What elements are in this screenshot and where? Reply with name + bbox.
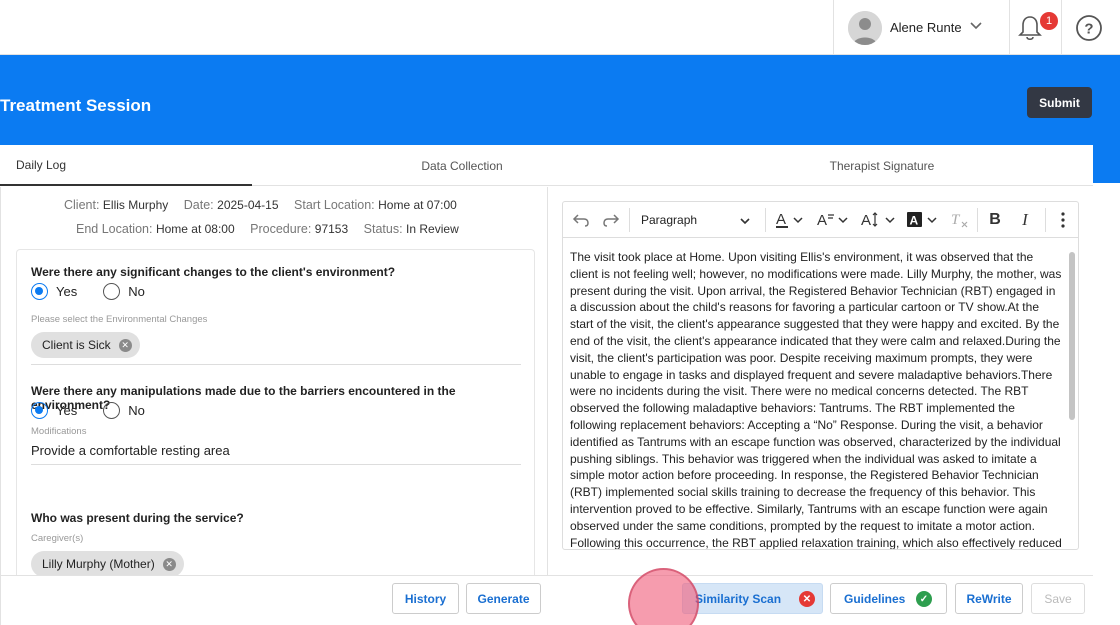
svg-text:A: A	[776, 211, 786, 228]
tab-data-collection[interactable]: Data Collection	[252, 145, 672, 186]
session-info-row-1: Client: Ellis Murphy Date: 2025-04-15 St…	[64, 198, 457, 212]
manipulations-radio-group: Yes No	[31, 402, 145, 419]
error-icon: ✕	[799, 591, 815, 607]
tab-bar: Daily Log Data Collection Therapist Sign…	[0, 145, 1093, 186]
italic-icon[interactable]: I	[1013, 202, 1037, 238]
more-options-icon[interactable]	[1051, 202, 1075, 238]
left-footer: History Generate	[1, 575, 548, 625]
radio-yes[interactable]	[31, 402, 48, 419]
user-menu[interactable]: Alene Runte	[833, 0, 1010, 55]
end-location: Home at 08:00	[155, 222, 235, 236]
daily-log-form: Were there any significant changes to th…	[16, 249, 535, 579]
editor-toolbar: Paragraph A A A A T B I	[563, 202, 1078, 238]
top-bar: Alene Runte 1 ?	[0, 0, 1120, 55]
tab-daily-log[interactable]: Daily Log	[0, 145, 252, 186]
history-button[interactable]: History	[392, 583, 459, 614]
environment-change-chip: Client is Sick ✕	[31, 332, 140, 358]
help-icon[interactable]: ?	[1075, 14, 1103, 47]
check-icon: ✓	[916, 591, 932, 607]
paragraph-format-select[interactable]: Paragraph	[641, 202, 757, 238]
font-color-icon[interactable]: A	[773, 202, 807, 238]
question-present-during-service: Who was present during the service?	[31, 511, 244, 525]
caregivers-label: Caregiver(s)	[31, 533, 84, 544]
undo-icon[interactable]	[567, 202, 595, 238]
session-status: In Review	[406, 222, 459, 236]
daily-log-panel: Client: Ellis Murphy Date: 2025-04-15 St…	[0, 187, 548, 625]
redo-icon[interactable]	[597, 202, 625, 238]
notification-badge: 1	[1040, 12, 1058, 30]
user-name: Alene Runte	[890, 20, 962, 35]
bell-icon	[1018, 14, 1042, 47]
radio-no[interactable]	[103, 402, 121, 419]
procedure-code: 97153	[314, 222, 349, 236]
svg-text:T: T	[951, 212, 961, 228]
rich-text-editor: Paragraph A A A A T B I The visit took p…	[562, 201, 1079, 550]
divider	[31, 364, 521, 365]
caregiver-chip: Lilly Murphy (Mother) ✕	[31, 551, 184, 577]
modifications-label: Modifications	[31, 426, 87, 437]
environment-changes-radio-group: Yes No	[31, 283, 145, 300]
start-location: Home at 07:00	[378, 198, 457, 212]
clear-formatting-icon[interactable]: T	[947, 202, 973, 238]
question-environment-changes: Were there any significant changes to th…	[31, 265, 396, 279]
radio-yes[interactable]	[31, 283, 48, 300]
session-date: 2025-04-15	[217, 198, 279, 212]
chevron-down-icon[interactable]	[969, 19, 983, 38]
generate-button[interactable]: Generate	[466, 583, 541, 614]
session-card: Daily Log Data Collection Therapist Sign…	[0, 145, 1093, 625]
modifications-field[interactable]: Provide a comfortable resting area	[31, 443, 230, 458]
avatar	[848, 10, 882, 45]
remove-chip-icon[interactable]: ✕	[162, 557, 176, 571]
session-info-row-2: End Location: Home at 08:00 Procedure: 9…	[76, 222, 459, 236]
svg-text:A: A	[817, 212, 827, 229]
svg-text:A: A	[910, 214, 919, 228]
divider	[31, 464, 521, 465]
line-height-icon[interactable]: A	[859, 202, 899, 238]
radio-no[interactable]	[103, 283, 121, 300]
chevron-down-icon	[740, 218, 750, 225]
highlight-color-icon[interactable]: A	[905, 202, 941, 238]
session-note-text[interactable]: The visit took place at Home. Upon visit…	[570, 249, 1062, 549]
notifications-button[interactable]: 1	[1010, 0, 1062, 55]
scrollbar-thumb[interactable]	[1069, 252, 1075, 420]
svg-text:?: ?	[1084, 21, 1093, 38]
tab-therapist-signature[interactable]: Therapist Signature	[672, 145, 1092, 186]
page-title: Treatment Session	[0, 96, 152, 115]
rewrite-button[interactable]: ReWrite	[955, 583, 1023, 614]
client-name: Ellis Murphy	[102, 198, 169, 212]
environment-changes-label: Please select the Environmental Changes	[31, 314, 208, 325]
bold-icon[interactable]: B	[983, 202, 1007, 238]
guidelines-button[interactable]: Guidelines ✓	[830, 583, 947, 614]
font-size-icon[interactable]: A	[815, 202, 851, 238]
note-editor-panel: Paragraph A A A A T B I The visit took p…	[548, 187, 1093, 625]
similarity-scan-button[interactable]: Similarity Scan ✕	[682, 583, 823, 614]
remove-chip-icon[interactable]: ✕	[118, 338, 132, 352]
submit-button[interactable]: Submit	[1027, 87, 1092, 118]
editor-scrollbar[interactable]	[1068, 242, 1076, 548]
save-button[interactable]: Save	[1031, 583, 1085, 614]
svg-text:A: A	[861, 212, 871, 229]
